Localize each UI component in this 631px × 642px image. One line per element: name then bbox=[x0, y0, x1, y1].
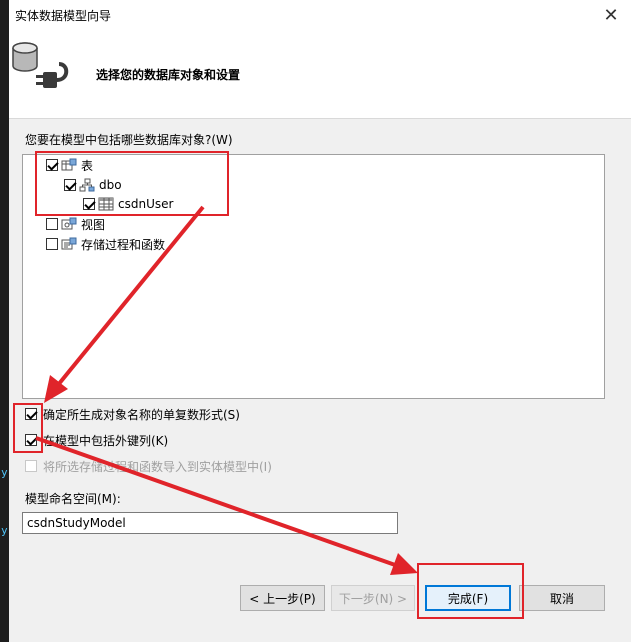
tree-node-label: 表 bbox=[81, 158, 94, 173]
schema-icon bbox=[79, 178, 95, 192]
import-procedures-checkbox bbox=[25, 460, 37, 472]
cancel-button[interactable]: 取消 bbox=[519, 585, 605, 611]
views-checkbox[interactable] bbox=[46, 218, 58, 230]
pluralize-checkbox[interactable] bbox=[25, 408, 37, 420]
tree-section-label: 您要在模型中包括哪些数据库对象?(W) bbox=[25, 133, 233, 147]
wizard-step-title: 选择您的数据库对象和设置 bbox=[96, 68, 241, 82]
tree-node-stored-procedures[interactable]: 存储过程和函数 bbox=[46, 235, 165, 253]
finish-button[interactable]: 完成(F) bbox=[425, 585, 511, 611]
procedures-folder-icon bbox=[61, 237, 77, 250]
namespace-input[interactable]: csdnStudyModel bbox=[22, 512, 398, 534]
tree-node-label: 存储过程和函数 bbox=[81, 237, 166, 252]
next-button: 下一步(N) > bbox=[331, 585, 415, 611]
tree-node-csdnuser[interactable]: csdnUser bbox=[83, 195, 173, 213]
tree-node-views[interactable]: 视图 bbox=[46, 215, 105, 233]
option-label: 在模型中包括外键列(K) bbox=[43, 433, 169, 448]
database-objects-tree[interactable]: 表 dbo csdnUser 视图 存储过程和函数 bbox=[22, 154, 605, 399]
tree-node-tables[interactable]: 表 bbox=[46, 156, 93, 174]
entity-data-model-wizard: 实体数据模型向导 ✕ 选择您的数据库对象和设置 您要在模型中包括哪些数据库对象?… bbox=[9, 0, 631, 642]
tree-node-dbo[interactable]: dbo bbox=[64, 176, 122, 194]
namespace-label: 模型命名空间(M): bbox=[25, 492, 121, 506]
option-import-procedures: 将所选存储过程和函数导入到实体模型中(I) bbox=[25, 457, 272, 475]
tables-folder-icon bbox=[61, 158, 77, 171]
foreign-keys-checkbox[interactable] bbox=[25, 434, 37, 446]
option-label: 确定所生成对象名称的单复数形式(S) bbox=[43, 407, 240, 422]
option-foreign-keys[interactable]: 在模型中包括外键列(K) bbox=[25, 431, 168, 449]
tables-checkbox[interactable] bbox=[46, 159, 58, 171]
close-button[interactable]: ✕ bbox=[591, 0, 631, 30]
option-label: 将所选存储过程和函数导入到实体模型中(I) bbox=[43, 459, 272, 474]
stored-procedures-checkbox[interactable] bbox=[46, 238, 58, 250]
window-title: 实体数据模型向导 bbox=[15, 9, 112, 23]
csdnuser-checkbox[interactable] bbox=[83, 198, 95, 210]
views-folder-icon bbox=[61, 217, 77, 230]
database-plug-icon bbox=[12, 42, 69, 88]
tree-node-label: csdnUser bbox=[118, 197, 174, 211]
background-editor-fragment: y bbox=[1, 524, 8, 537]
previous-button[interactable]: < 上一步(P) bbox=[240, 585, 325, 611]
tree-node-label: 视图 bbox=[81, 217, 106, 232]
wizard-header: 选择您的数据库对象和设置 bbox=[9, 30, 631, 119]
table-icon bbox=[98, 197, 114, 211]
dbo-checkbox[interactable] bbox=[64, 179, 76, 191]
title-bar: 实体数据模型向导 ✕ bbox=[9, 0, 631, 30]
tree-node-label: dbo bbox=[99, 178, 122, 192]
option-pluralize[interactable]: 确定所生成对象名称的单复数形式(S) bbox=[25, 405, 240, 423]
background-editor-fragment: y bbox=[1, 466, 8, 479]
